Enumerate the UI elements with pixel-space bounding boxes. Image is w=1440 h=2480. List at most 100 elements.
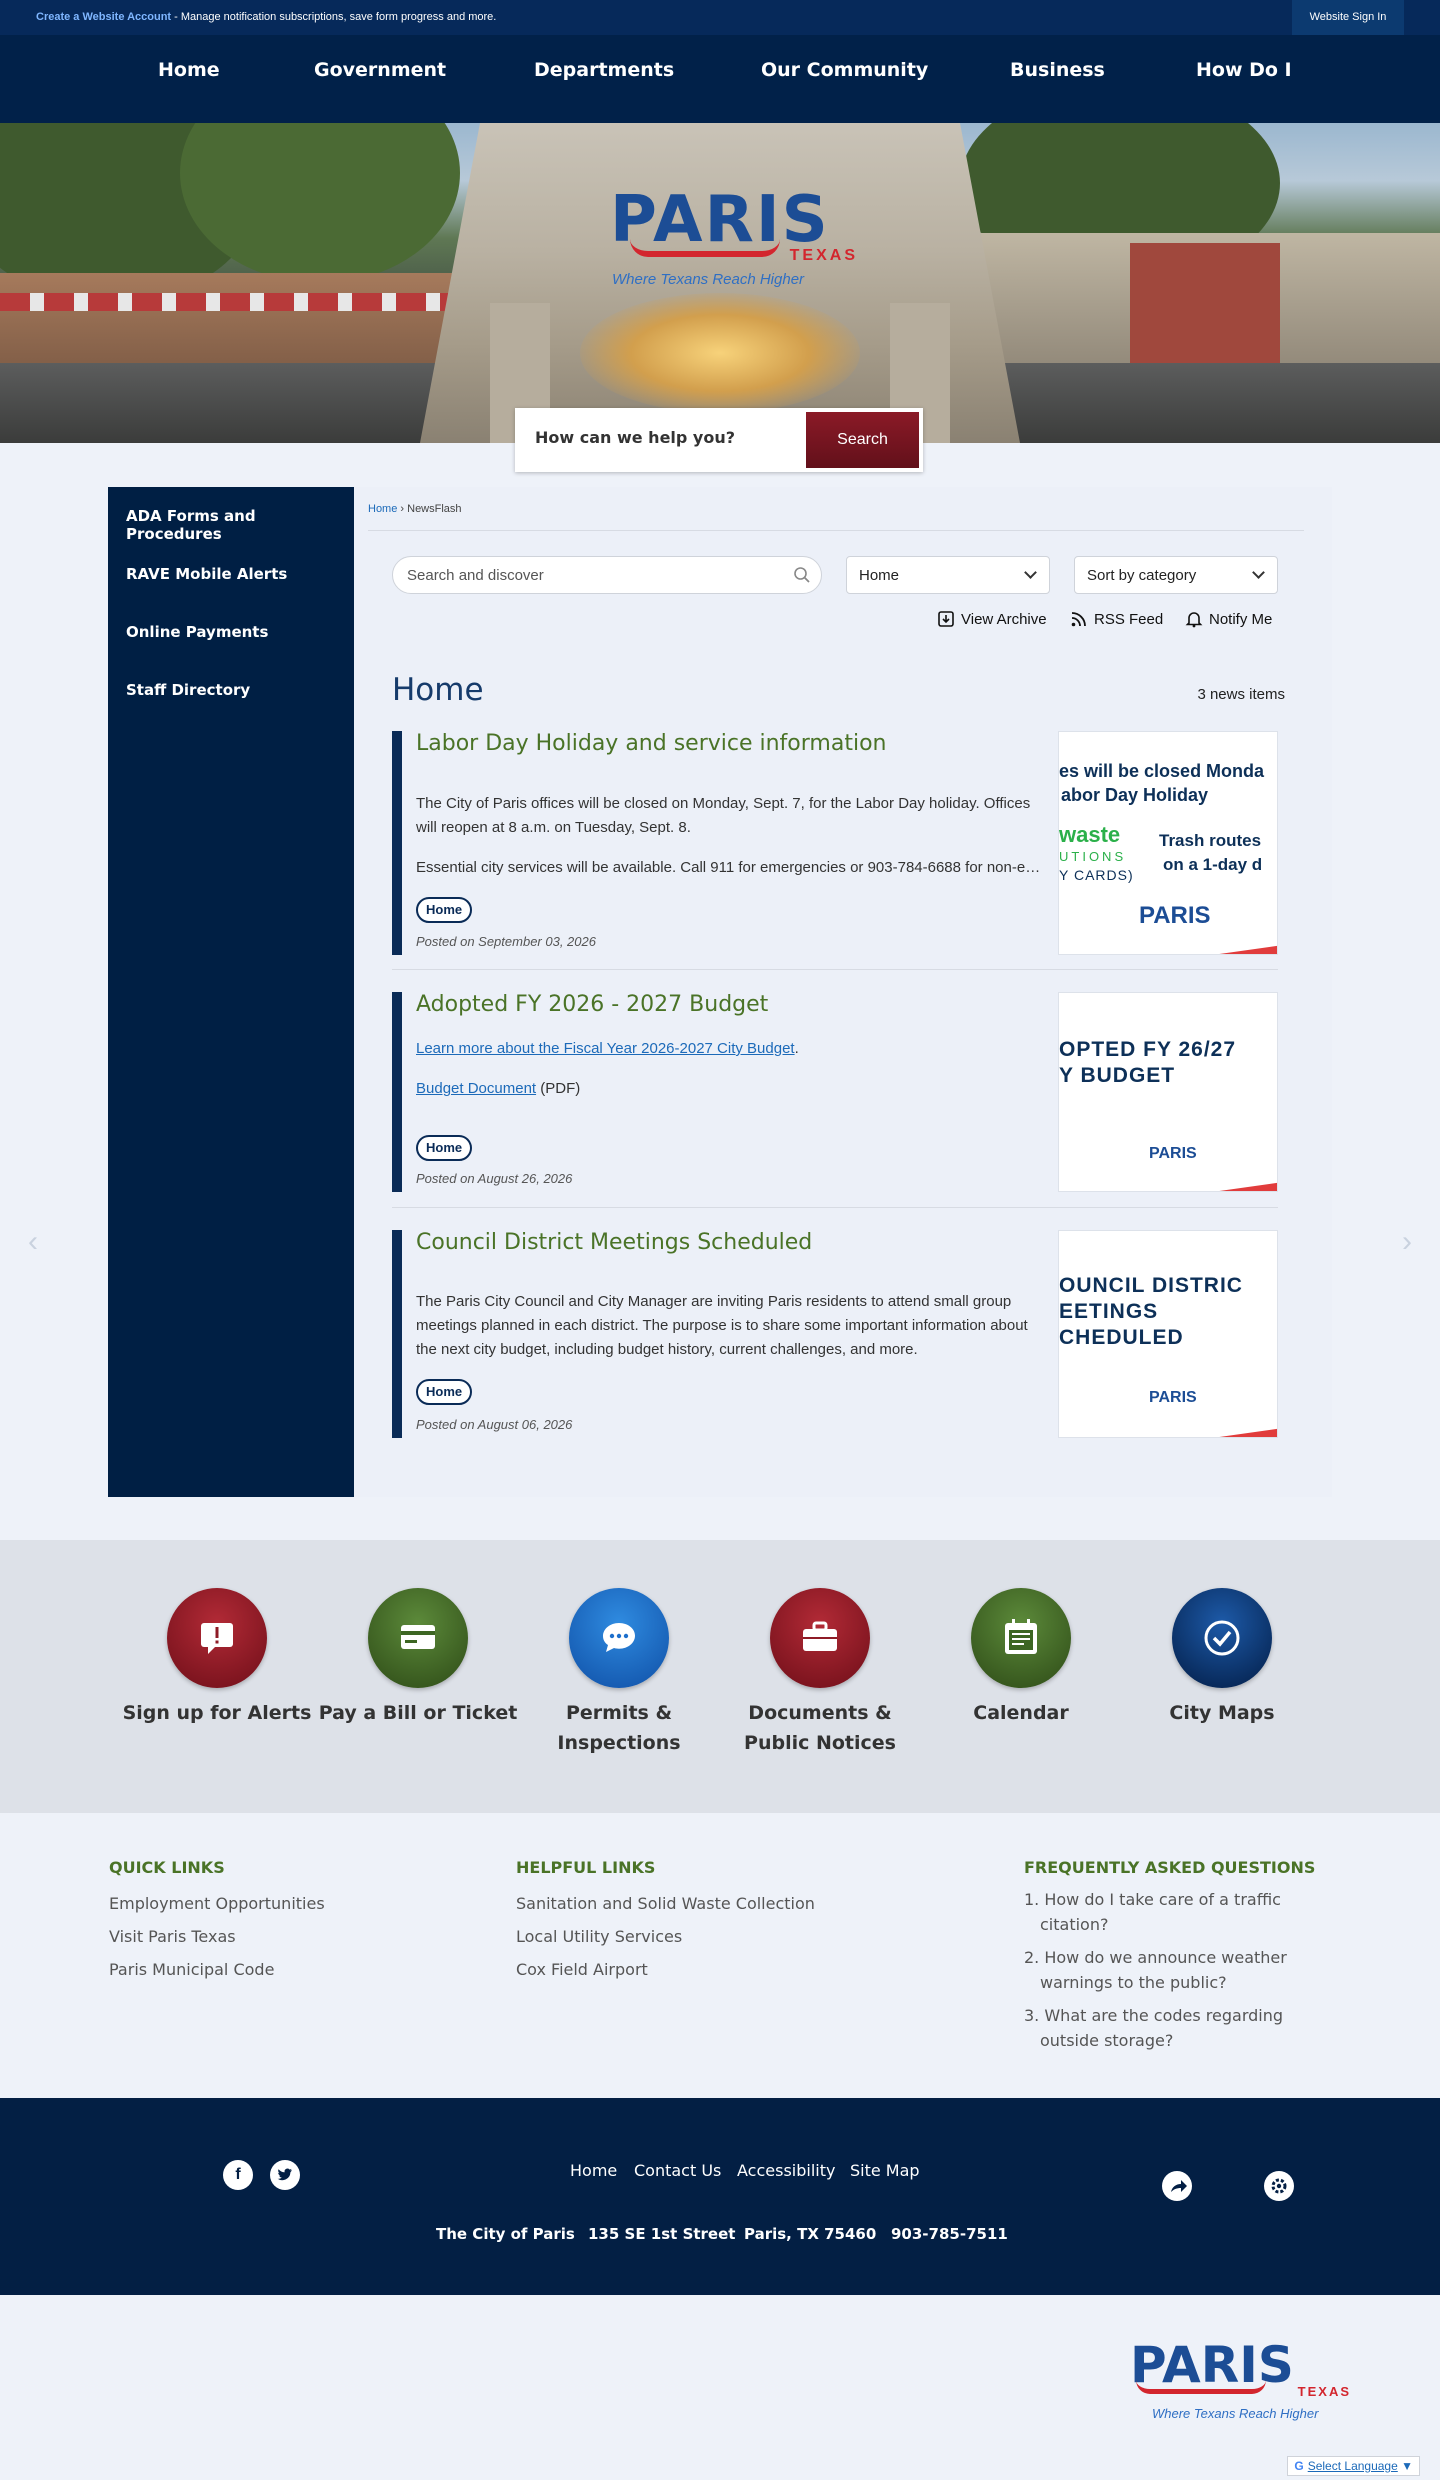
helpful-link-sanitation[interactable]: Sanitation and Solid Waste Collection (516, 1887, 815, 1920)
quick-action-label: City Maps (1169, 1702, 1275, 1724)
quick-links-section: QUICK LINKS Employment Opportunities Vis… (109, 1858, 325, 1986)
quick-action-documents[interactable]: Documents & Public Notices (720, 1588, 920, 1758)
logo-swoosh (1136, 2380, 1266, 2394)
nav-home[interactable]: Home (158, 35, 220, 105)
hero-storefront-brick (1130, 243, 1280, 383)
notify-me-link[interactable]: Notify Me (1185, 610, 1272, 628)
nav-how-do-i[interactable]: How Do I (1196, 35, 1292, 105)
hero-search-button[interactable]: Search (806, 412, 919, 468)
check-circle-icon (1204, 1620, 1240, 1656)
news-category-tag[interactable]: Home (416, 1379, 473, 1405)
sidebar-item-rave-alerts[interactable]: RAVE Mobile Alerts (126, 565, 287, 583)
footer-link-sitemap[interactable]: Site Map (850, 2161, 920, 2180)
language-label: Select Language (1307, 2459, 1398, 2473)
quick-action-permits[interactable]: Permits & Inspections (519, 1588, 719, 1758)
faq-item[interactable]: 3. What are the codes regarding outside … (1024, 2003, 1334, 2053)
budget-info-link[interactable]: Learn more about the Fiscal Year 2026-20… (416, 1040, 795, 1057)
sort-select[interactable]: Sort by category (1074, 556, 1278, 594)
nav-our-community[interactable]: Our Community (761, 35, 928, 105)
news-title[interactable]: Labor Day Holiday and service informatio… (416, 731, 886, 756)
view-archive-link[interactable]: View Archive (937, 610, 1047, 628)
breadcrumb: Home › NewsFlash (368, 503, 462, 515)
quick-action-label: Permits & Inspections (557, 1702, 681, 1754)
sort-select-value: Sort by category (1087, 567, 1197, 584)
thumbnail-text: es will be closed Monda (1059, 761, 1265, 781)
helpful-link-utilities[interactable]: Local Utility Services (516, 1920, 815, 1953)
nav-departments[interactable]: Departments (534, 35, 674, 105)
footer-phone[interactable]: 903-785-7511 (891, 2225, 1008, 2243)
footer-city-zip: Paris, TX 75460 (744, 2225, 877, 2243)
twitter-icon[interactable] (270, 2160, 300, 2190)
quick-link-employment[interactable]: Employment Opportunities (109, 1887, 325, 1920)
news-thumbnail[interactable]: es will be closed Monda abor Day Holiday… (1058, 731, 1278, 955)
chevron-left-icon[interactable]: ‹ (28, 1225, 38, 1259)
thumbnail-text: on a 1-day d (1163, 855, 1263, 874)
thumbnail-text: Y CARDS) (1059, 867, 1134, 883)
news-paragraph: Learn more about the Fiscal Year 2026-20… (416, 1037, 1046, 1061)
chevron-down-icon (1252, 566, 1265, 579)
news-title[interactable]: Adopted FY 2026 - 2027 Budget (416, 992, 768, 1017)
news-item-accent (392, 731, 402, 955)
faq-section: FREQUENTLY ASKED QUESTIONS 1. How do I t… (1024, 1858, 1334, 2061)
news-paragraph: Essential city services will be availabl… (416, 859, 1046, 876)
breadcrumb-home[interactable]: Home (368, 503, 397, 515)
chat-bubble-icon (603, 1623, 635, 1652)
news-item: Adopted FY 2026 - 2027 Budget Learn more… (392, 992, 1278, 1192)
news-paragraph: The City of Paris offices will be closed… (416, 795, 1031, 836)
news-thumbnail[interactable]: OUNCIL DISTRIC EETINGS CHEDULED PARIS (1058, 1230, 1278, 1438)
footer-street: 135 SE 1st Street (588, 2225, 736, 2243)
thumbnail-text: OUNCIL DISTRIC (1059, 1274, 1243, 1297)
news-search-input[interactable]: Search and discover (392, 556, 822, 594)
account-message-text: - Manage notification subscriptions, sav… (171, 11, 497, 23)
faq-item[interactable]: 1. How do I take care of a traffic citat… (1024, 1887, 1334, 1937)
news-item-accent (392, 1230, 402, 1438)
rss-feed-label: RSS Feed (1094, 610, 1164, 628)
footer-link-contact[interactable]: Contact Us (634, 2161, 721, 2180)
sidebar-item-ada-forms[interactable]: ADA Forms and Procedures (126, 507, 354, 543)
website-sign-in-button[interactable]: Website Sign In (1292, 0, 1404, 35)
faq-item[interactable]: 2. How do we announce weather warnings t… (1024, 1945, 1334, 1995)
nav-government[interactable]: Government (314, 35, 446, 105)
category-select[interactable]: Home (846, 556, 1050, 594)
search-icon[interactable] (793, 566, 811, 584)
main-navigation: Home Government Departments Our Communit… (0, 35, 1440, 123)
pay-circle (368, 1588, 468, 1688)
gear-icon[interactable] (1264, 2171, 1294, 2201)
quick-action-alerts[interactable]: Sign up for Alerts (117, 1588, 317, 1728)
footer-link-home[interactable]: Home (570, 2161, 617, 2180)
sidebar-item-staff-directory[interactable]: Staff Directory (126, 681, 250, 699)
divider (368, 530, 1304, 531)
sidebar-item-online-payments[interactable]: Online Payments (126, 623, 268, 641)
news-title[interactable]: Council District Meetings Scheduled (416, 1230, 812, 1255)
chevron-right-icon[interactable]: › (1402, 1225, 1412, 1259)
rss-feed-link[interactable]: RSS Feed (1070, 610, 1163, 628)
paris-logo[interactable]: PARIS TEXAS Where Texans Reach Higher (610, 183, 860, 293)
quick-action-calendar[interactable]: Calendar (921, 1588, 1121, 1728)
quick-action-pay-bill[interactable]: Pay a Bill or Ticket (318, 1588, 518, 1728)
news-category-tag[interactable]: Home (416, 897, 473, 923)
helpful-link-airport[interactable]: Cox Field Airport (516, 1953, 815, 1986)
facebook-icon[interactable]: f (223, 2160, 253, 2190)
quick-link-visit-paris[interactable]: Visit Paris Texas (109, 1920, 325, 1953)
news-item: Council District Meetings Scheduled The … (392, 1230, 1278, 1438)
nav-business[interactable]: Business (1010, 35, 1105, 105)
footer-paris-logo[interactable]: PARIS TEXAS Where Texans Reach Higher (1130, 2336, 1355, 2426)
permits-circle (569, 1588, 669, 1688)
hero-search-input[interactable]: How can we help you? (535, 428, 735, 447)
news-search-placeholder: Search and discover (407, 567, 544, 584)
category-select-value: Home (859, 567, 900, 584)
quick-action-city-maps[interactable]: City Maps (1122, 1588, 1322, 1728)
footer-link-accessibility[interactable]: Accessibility (737, 2161, 835, 2180)
news-thumbnail[interactable]: OPTED FY 26/27 Y BUDGET PARIS (1058, 992, 1278, 1192)
language-selector[interactable]: G Select Language ▼ (1287, 2456, 1420, 2476)
budget-document-link[interactable]: Budget Document (416, 1080, 536, 1097)
create-account-link[interactable]: Create a Website Account (36, 11, 171, 23)
notify-me-label: Notify Me (1209, 610, 1273, 628)
quick-link-municipal-code[interactable]: Paris Municipal Code (109, 1953, 325, 1986)
news-date: Posted on August 26, 2026 (416, 1171, 573, 1186)
share-icon[interactable] (1162, 2171, 1192, 2201)
news-category-tag[interactable]: Home (416, 1135, 473, 1161)
news-paragraph: Budget Document (PDF) (416, 1077, 1046, 1101)
alert-icon (201, 1623, 233, 1654)
footer-city-name: The City of Paris (436, 2225, 575, 2243)
